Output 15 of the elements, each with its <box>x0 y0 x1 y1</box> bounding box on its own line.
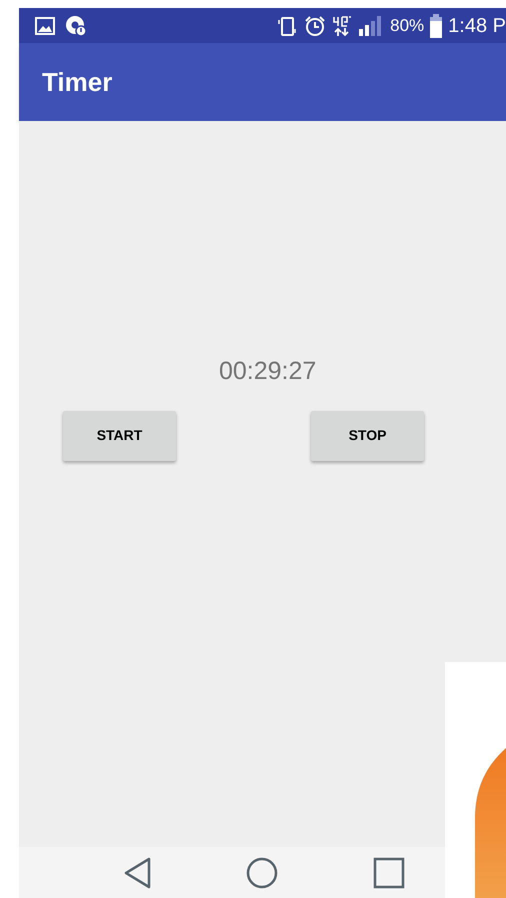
image-icon <box>35 16 55 34</box>
back-icon[interactable] <box>123 856 151 888</box>
clock-time: 1:48 P <box>448 14 506 38</box>
network-type-icon <box>332 14 352 36</box>
app-title: Timer <box>42 66 112 98</box>
battery-percent: 80% <box>390 14 424 37</box>
battery-icon <box>430 14 442 38</box>
home-icon[interactable] <box>246 856 278 888</box>
alarm-icon <box>304 14 326 36</box>
recents-icon[interactable] <box>373 856 405 888</box>
timer-display: 00:29:27 <box>219 357 316 385</box>
alert-circle-icon <box>65 14 87 36</box>
vibrate-icon <box>276 14 298 36</box>
timer-button[interactable]: STOP <box>311 410 424 460</box>
timer-button[interactable]: START <box>63 410 176 460</box>
